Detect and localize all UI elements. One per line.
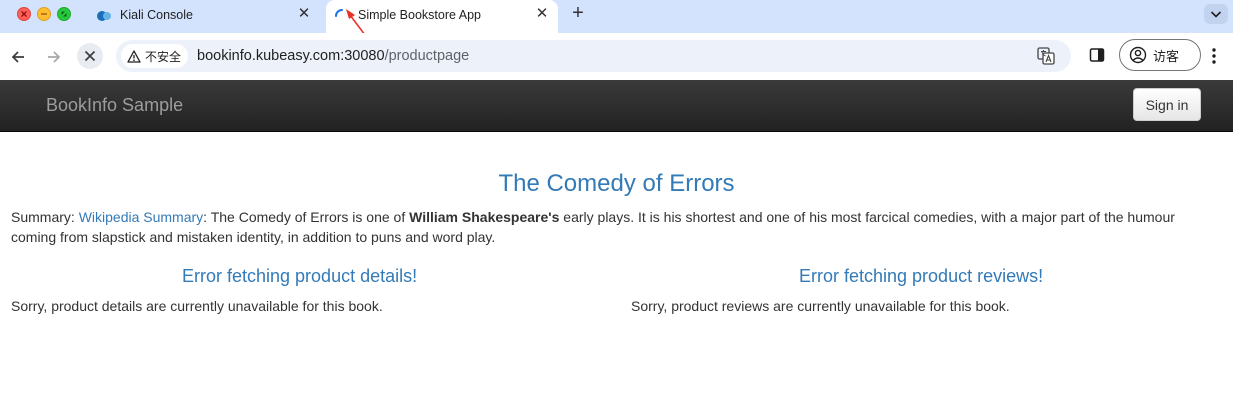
close-tab-icon[interactable]: ✕	[534, 6, 550, 22]
page-title: The Comedy of Errors	[498, 170, 735, 197]
details-error-heading: Error fetching product details!	[182, 266, 418, 286]
profile-button[interactable]: 访客	[1119, 39, 1201, 71]
browser-toolbar: 不安全 bookinfo.kubeasy.com:30080/productpa…	[0, 33, 1233, 80]
summary-prefix: Summary:	[11, 209, 79, 225]
reviews-error-message: Sorry, product reviews are currently una…	[631, 298, 1010, 314]
tab-title: Simple Bookstore App	[358, 8, 481, 22]
navbar-brand[interactable]: BookInfo Sample	[46, 95, 183, 116]
address-bar[interactable]: 不安全 bookinfo.kubeasy.com:30080/productpa…	[116, 40, 1071, 72]
warning-icon	[127, 49, 141, 63]
close-window-button[interactable]	[17, 7, 31, 21]
stop-icon	[84, 50, 96, 62]
maximize-window-button[interactable]	[57, 7, 71, 21]
product-summary: Summary: Wikipedia Summary: The Comedy o…	[11, 207, 1221, 247]
close-tab-icon[interactable]: ✕	[296, 6, 312, 22]
tab-kiali-console[interactable]: Kiali Console ✕	[88, 0, 320, 33]
wikipedia-summary-link[interactable]: Wikipedia Summary	[79, 209, 203, 225]
security-label: 不安全	[145, 49, 182, 64]
reviews-error-heading: Error fetching product reviews!	[799, 266, 1044, 286]
kiali-icon	[96, 8, 112, 27]
fullscreen-icon	[61, 11, 67, 17]
details-error-message: Sorry, product details are currently una…	[11, 298, 383, 314]
summary-text-1: : The Comedy of Errors is one of	[203, 209, 410, 225]
site-navbar: BookInfo Sample Sign in	[0, 80, 1233, 132]
tab-title: Kiali Console	[120, 8, 193, 22]
close-icon	[21, 11, 27, 17]
url-text[interactable]: bookinfo.kubeasy.com:30080/productpage	[197, 48, 469, 64]
more-vertical-icon	[1212, 48, 1216, 64]
more-menu-button[interactable]	[1206, 45, 1222, 67]
back-button[interactable]	[6, 45, 30, 69]
summary-author: William Shakespeare's	[409, 209, 560, 225]
sign-in-button[interactable]: Sign in	[1133, 88, 1201, 121]
new-tab-button[interactable]: +	[568, 3, 588, 24]
person-icon	[1129, 46, 1147, 64]
translate-icon[interactable]	[1037, 47, 1055, 70]
back-arrow-icon	[11, 51, 24, 63]
forward-button[interactable]	[42, 45, 66, 69]
minimize-icon	[41, 13, 47, 15]
side-panel-icon[interactable]	[1089, 47, 1105, 68]
security-chip[interactable]: 不安全	[121, 44, 189, 68]
browser-tab-strip: Kiali Console ✕ Simple Bookstore App ✕ +	[0, 0, 1233, 44]
forward-arrow-icon	[48, 51, 61, 63]
tab-search-button[interactable]	[1204, 4, 1228, 24]
profile-label: 访客	[1153, 48, 1180, 64]
url-path: /productpage	[384, 48, 470, 64]
chevron-down-icon	[1210, 11, 1222, 18]
minimize-window-button[interactable]	[37, 7, 51, 21]
url-host: bookinfo.kubeasy.com:30080	[197, 48, 385, 64]
stop-loading-button[interactable]	[77, 43, 103, 69]
